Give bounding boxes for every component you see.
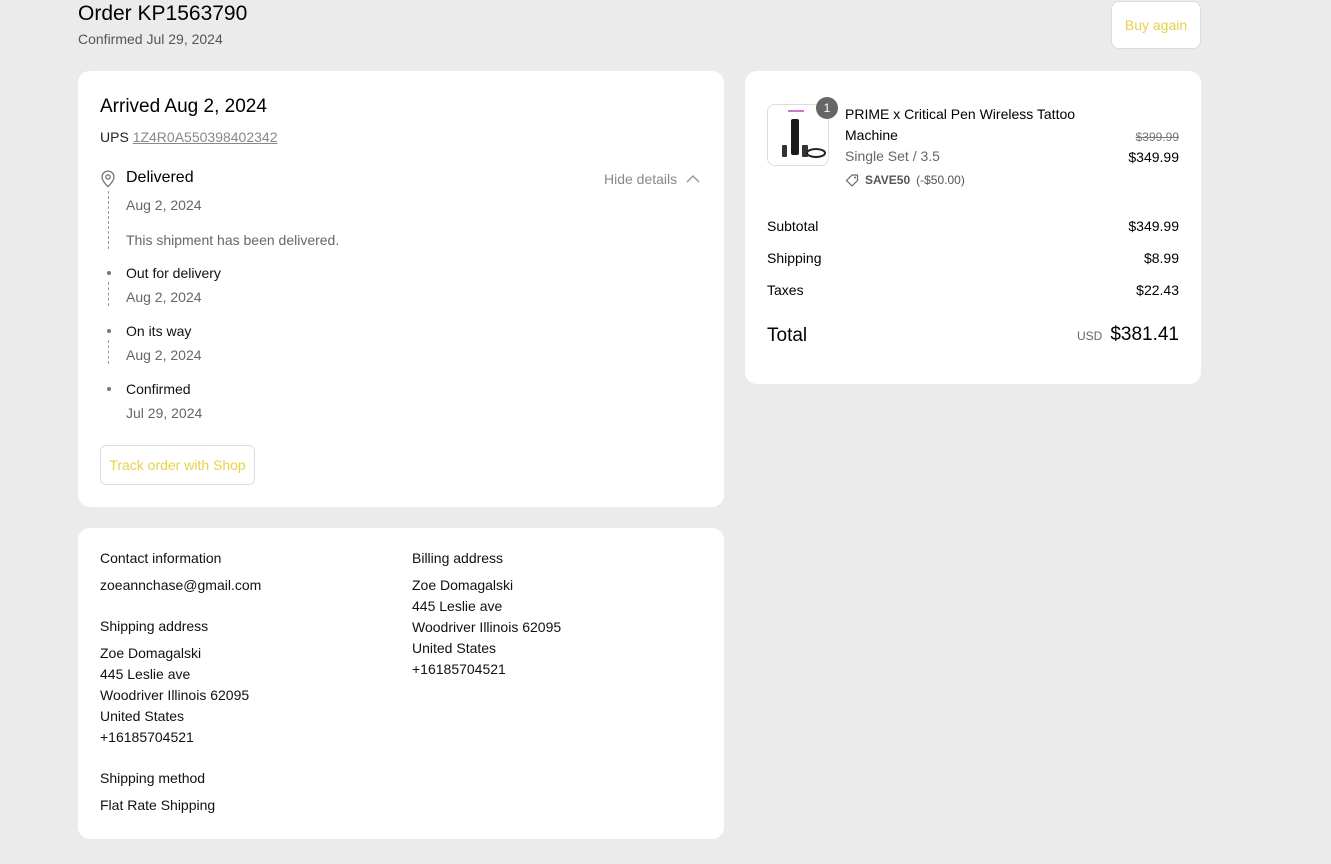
order-confirmed-date: Confirmed Jul 29, 2024 <box>78 31 223 47</box>
order-title: Order KP1563790 <box>78 2 248 25</box>
address-line: 445 Leslie ave <box>100 666 191 682</box>
timeline-dot <box>107 329 111 333</box>
location-pin-icon <box>101 170 115 188</box>
total-value: $381.41 <box>1110 324 1179 345</box>
timeline-step-title: Confirmed <box>126 381 191 397</box>
shipment-card: Arrived Aug 2, 2024 UPS 1Z4R0A5503984023… <box>78 71 724 507</box>
quantity-badge: 1 <box>816 97 838 119</box>
billing-address-heading: Billing address <box>412 550 504 566</box>
address-line: 445 Leslie ave <box>412 598 503 614</box>
address-line: United States <box>100 708 185 724</box>
address-line: Zoe Domagalski <box>100 645 202 661</box>
address-line: Zoe Domagalski <box>412 577 514 593</box>
subtotal-label: Subtotal <box>767 218 819 234</box>
timeline-step-date: Aug 2, 2024 <box>126 347 202 363</box>
carrier-line: UPS 1Z4R0A550398402342 <box>100 129 277 145</box>
total-label: Total <box>767 325 808 346</box>
address-line: Woodriver Illinois 62095 <box>100 687 250 703</box>
subtotal-value: $349.99 <box>1128 218 1179 234</box>
taxes-label: Taxes <box>767 282 804 298</box>
billing-address: Zoe Domagalski 445 Leslie ave Woodriver … <box>412 575 561 680</box>
buy-again-button[interactable]: Buy again <box>1111 1 1201 49</box>
hide-details-toggle[interactable]: Hide details <box>604 171 701 187</box>
timeline-step-date: Jul 29, 2024 <box>126 405 203 421</box>
current-status-message: This shipment has been delivered. <box>126 232 340 248</box>
shipping-label: Shipping <box>767 250 822 266</box>
tag-icon <box>845 174 859 187</box>
timeline-step-title: On its way <box>126 323 192 339</box>
carrier-name: UPS <box>100 129 129 145</box>
track-order-button[interactable]: Track order with Shop <box>100 445 255 485</box>
shipping-method: Flat Rate Shipping <box>100 797 216 813</box>
timeline-connector <box>108 191 109 249</box>
contact-email: zoeannchase@gmail.com <box>100 577 262 593</box>
address-line: United States <box>412 640 497 656</box>
total-amount: USD $381.41 <box>1077 324 1179 346</box>
chevron-up-icon <box>686 174 700 183</box>
address-line: +16185704521 <box>100 729 194 745</box>
contact-heading: Contact information <box>100 550 222 566</box>
customer-info-card: Contact information zoeannchase@gmail.co… <box>78 528 724 839</box>
current-status-title: Delivered <box>126 169 194 186</box>
item-price: $349.99 <box>1128 149 1179 165</box>
address-line: Woodriver Illinois 62095 <box>412 619 562 635</box>
shipping-address: Zoe Domagalski 445 Leslie ave Woodriver … <box>100 643 249 748</box>
address-line: +16185704521 <box>412 661 506 677</box>
original-price: $399.99 <box>1135 130 1179 144</box>
hide-details-label: Hide details <box>604 171 678 187</box>
taxes-value: $22.43 <box>1136 282 1179 298</box>
shipping-method-heading: Shipping method <box>100 770 206 786</box>
discount-line: SAVE50 (-$50.00) <box>845 173 965 187</box>
timeline-step-date: Aug 2, 2024 <box>126 289 202 305</box>
product-name: PRIME x Critical Pen Wireless Tattoo Mac… <box>845 106 1076 143</box>
discount-amount: (-$50.00) <box>916 173 965 187</box>
product-variant: Single Set / 3.5 <box>845 148 940 164</box>
shipping-value: $8.99 <box>1143 250 1179 266</box>
arrived-heading: Arrived Aug 2, 2024 <box>100 96 267 117</box>
timeline-step-title: Out for delivery <box>126 265 221 281</box>
shipping-address-heading: Shipping address <box>100 618 209 634</box>
timeline-connector <box>108 282 109 306</box>
tracking-number-link[interactable]: 1Z4R0A550398402342 <box>133 129 278 145</box>
currency-code: USD <box>1076 329 1103 343</box>
timeline-dot <box>107 271 111 275</box>
timeline-connector <box>108 340 109 364</box>
discount-code: SAVE50 <box>865 173 911 187</box>
current-status-date: Aug 2, 2024 <box>126 197 202 213</box>
timeline-dot <box>107 387 111 391</box>
order-summary-card: 1 PRIME x Critical Pen Wireless Tattoo M… <box>745 71 1201 384</box>
